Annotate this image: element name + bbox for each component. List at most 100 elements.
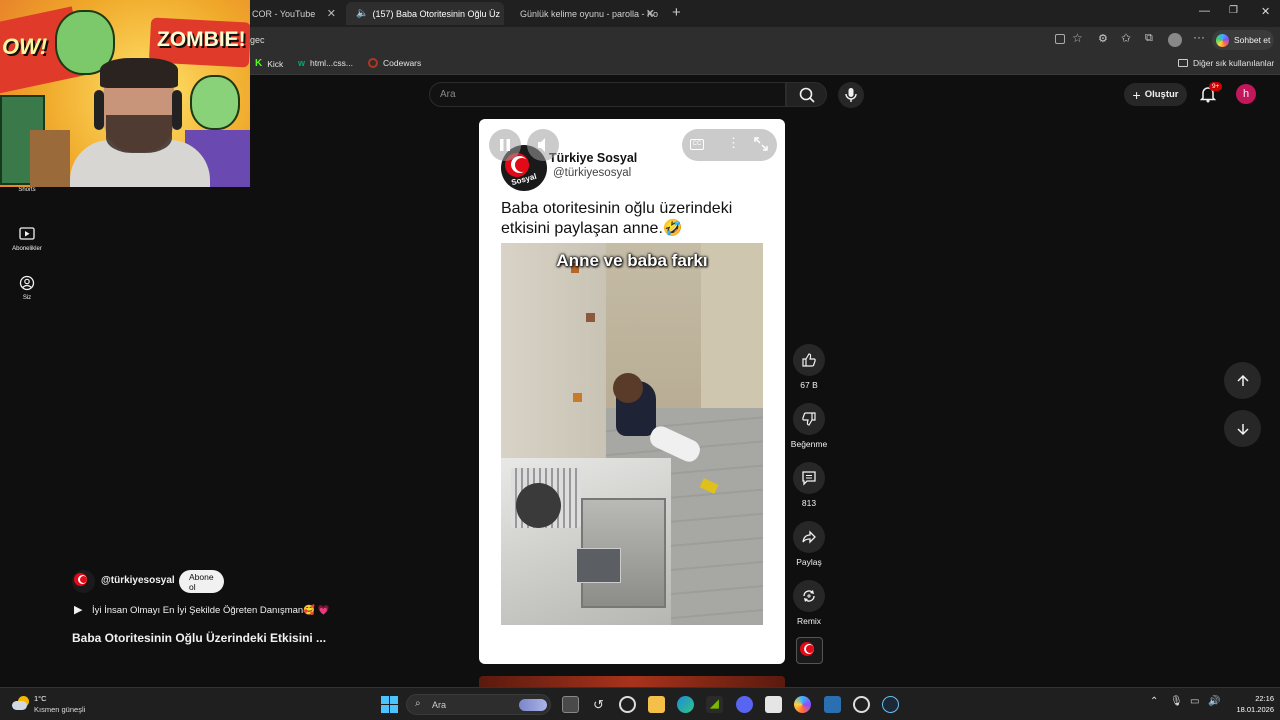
clock-time[interactable]: 22:16	[1234, 694, 1274, 703]
user-circle-icon	[19, 275, 35, 291]
weather-icon[interactable]	[12, 694, 30, 712]
next-short-preview	[479, 676, 785, 687]
captions-icon[interactable]: CC	[690, 139, 704, 150]
tab-youtube-cor[interactable]: COR - YouTube ✕	[244, 2, 344, 25]
thumbs-up-icon	[802, 353, 816, 367]
bookmark-label: html...css...	[310, 58, 353, 68]
weather-temp: 1°C	[34, 694, 47, 703]
sound-channel-thumbnail[interactable]	[796, 637, 823, 664]
nvidia-icon[interactable]: ◢	[706, 696, 723, 713]
voice-search-button[interactable]	[838, 82, 864, 108]
sidebar-item-you[interactable]: Siz	[0, 275, 54, 301]
discord-icon[interactable]	[736, 696, 753, 713]
more-menu-icon[interactable]: ···	[1193, 30, 1205, 44]
search-icon: ⌕	[415, 698, 421, 709]
volume-button[interactable]	[527, 129, 559, 161]
w3-icon: w	[298, 58, 306, 68]
remix-button[interactable]: Remix	[789, 580, 829, 626]
short-video-player[interactable]: Sosyal Türkiye Sosyal @türkiyesosyal Bab…	[479, 119, 785, 664]
tray-overflow-icon[interactable]: ⌃	[1150, 696, 1158, 707]
like-count: 67 B	[800, 380, 818, 390]
copilot-app-icon[interactable]	[794, 696, 811, 713]
sidebar-item-label: Siz	[22, 295, 32, 301]
edge-icon[interactable]	[677, 696, 694, 713]
bookmark-codewars[interactable]: Codewars	[368, 58, 421, 68]
sidebar-item-subscriptions[interactable]: Abonelikler	[0, 226, 54, 252]
bookmark-html-css[interactable]: w html...css...	[298, 58, 353, 68]
player-controls-group: CC ⋮	[682, 129, 777, 161]
codewars-icon	[368, 58, 378, 68]
taskbar-search[interactable]: ⌕ Ara	[406, 694, 551, 715]
document-app-icon[interactable]	[765, 696, 782, 713]
create-button[interactable]: + Oluştur	[1124, 83, 1187, 106]
minimize-icon[interactable]: —	[1199, 5, 1210, 17]
restore-icon[interactable]: ❐	[1229, 5, 1238, 16]
playlist-link[interactable]: İyi İnsan Olmayı En İyi Şekilde Öğreten …	[92, 605, 330, 616]
previous-short-button[interactable]	[1224, 362, 1261, 399]
dislike-button[interactable]: Beğenme	[789, 403, 829, 449]
copilot-taskbar-icon[interactable]: ↺	[590, 696, 607, 713]
pause-icon	[500, 139, 510, 151]
sidebar-item-shorts[interactable]: Shorts	[0, 187, 54, 193]
profile-avatar[interactable]	[1168, 33, 1182, 47]
bookmark-kick[interactable]: K Kick	[255, 58, 283, 69]
folder-icon	[1178, 59, 1188, 67]
speaker-icon[interactable]: 🔈	[356, 8, 368, 19]
like-button[interactable]: 67 B	[789, 344, 829, 390]
steam-icon[interactable]	[882, 696, 899, 713]
video-frame: Anne ve baba farkı	[501, 243, 763, 625]
channel-handle: @türkiyesosyal	[553, 167, 632, 179]
video-caption: Baba otoritesinin oğlu üzerindeki etkisi…	[501, 200, 733, 237]
search-input[interactable]: Ara	[429, 82, 786, 107]
volume-tray-icon[interactable]: 🔊	[1208, 696, 1220, 707]
new-tab-icon[interactable]: +	[672, 4, 681, 21]
clock-date[interactable]: 18.01.2026	[1222, 705, 1274, 714]
create-label: Oluştur	[1144, 89, 1179, 100]
url-field[interactable]: gec	[250, 35, 265, 45]
favorite-star-icon[interactable]: ☆	[1072, 31, 1083, 45]
sidebar-item-label: Abonelikler	[12, 246, 42, 252]
search-button[interactable]	[786, 82, 827, 107]
dislike-label: Beğenme	[790, 439, 828, 449]
obs-icon[interactable]	[853, 696, 870, 713]
notification-badge: 9+	[1209, 82, 1223, 91]
close-tab-icon[interactable]: ✕	[646, 7, 655, 20]
other-bookmarks[interactable]: Diğer sık kullanılanlar	[1178, 58, 1274, 68]
tray-mic-icon[interactable]: 🎙	[1170, 696, 1183, 707]
notifications-button[interactable]: 9+	[1200, 82, 1223, 103]
task-view-icon[interactable]	[562, 696, 579, 713]
file-explorer-icon[interactable]	[648, 696, 665, 713]
fullscreen-icon[interactable]	[754, 136, 768, 152]
close-window-icon[interactable]: ✕	[1261, 5, 1270, 18]
copilot-chat-button[interactable]: Sohbet et	[1212, 30, 1274, 50]
vpn-app-icon[interactable]	[824, 696, 841, 713]
search-highlight-icon	[519, 699, 547, 711]
close-tab-icon[interactable]: ✕	[327, 7, 336, 20]
collections-icon[interactable]: ⧉	[1145, 32, 1153, 45]
remix-label: Remix	[796, 616, 822, 626]
comments-button[interactable]: 813	[789, 462, 829, 508]
other-bookmarks-label: Diğer sık kullanılanlar	[1193, 58, 1275, 68]
app-available-icon[interactable]	[1055, 34, 1065, 44]
network-icon[interactable]: ▭	[1190, 696, 1199, 707]
play-icon[interactable]: ▶	[74, 603, 82, 616]
tab-parolla[interactable]: Günlük kelime oyunu - parolla - Ko ✕	[506, 2, 663, 25]
share-label: Paylaş	[796, 557, 822, 567]
arrow-down-icon	[1236, 423, 1249, 435]
subscribe-button[interactable]: Abone ol	[179, 570, 224, 593]
comment-count: 813	[801, 498, 817, 508]
tab-youtube-short[interactable]: 🔈 (157) Baba Otoritesinin Oğlu Üz	[346, 2, 504, 25]
windows-start-icon[interactable]	[381, 696, 398, 713]
channel-handle-link[interactable]: @türkiyesosyal	[101, 575, 175, 586]
favorites-icon[interactable]: ✩	[1121, 31, 1131, 45]
next-short-button[interactable]	[1224, 410, 1261, 447]
extension-icon[interactable]: ⚙	[1098, 32, 1108, 45]
chatgpt-icon[interactable]	[619, 696, 636, 713]
share-button[interactable]: Paylaş	[789, 521, 829, 567]
pause-button[interactable]	[489, 129, 521, 161]
account-avatar[interactable]: h	[1236, 84, 1256, 104]
video-title[interactable]: Baba Otoritesinin Oğlu Üzerindeki Etkisi…	[72, 631, 326, 645]
volume-icon	[538, 138, 545, 152]
channel-avatar[interactable]	[72, 570, 95, 593]
more-options-icon[interactable]: ⋮	[727, 135, 740, 151]
